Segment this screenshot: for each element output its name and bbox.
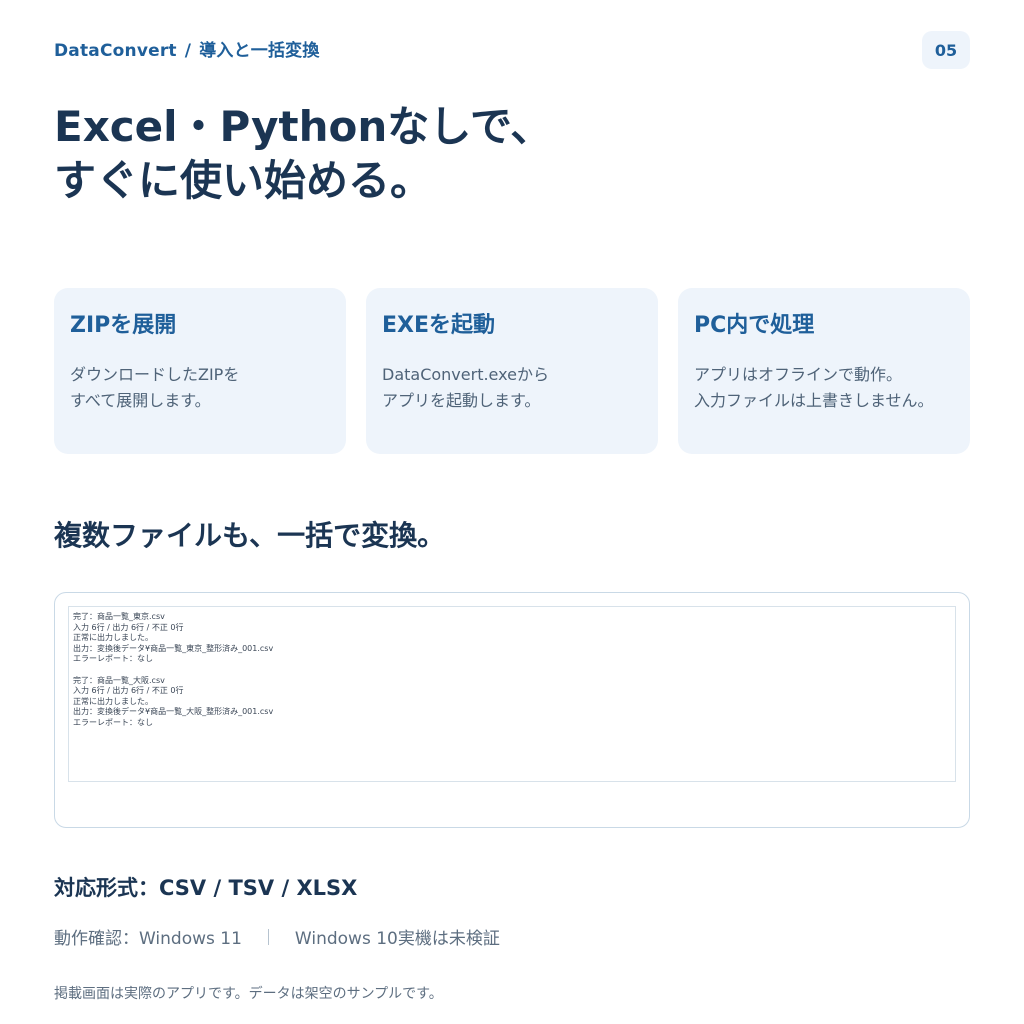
log-line: 出力：変換後データ¥商品一覧_大阪_整形済み_001.csv: [73, 707, 274, 717]
breadcrumb-separator: /: [184, 41, 192, 61]
breadcrumb-section: 導入と一括変換: [199, 41, 320, 61]
step-card-local-processing: PC内で処理 アプリはオフラインで動作。 入力ファイルは上書きしません。: [678, 288, 970, 454]
log-line-blank: [73, 665, 951, 676]
step-card-desc-line: DataConvert.exeから: [382, 365, 549, 384]
compatibility-divider: [267, 928, 269, 945]
hero-title-line-2: すぐに使い始める。: [54, 156, 433, 205]
log-line: エラーレポート：なし: [73, 717, 153, 727]
step-card-title: ZIPを展開: [70, 313, 177, 338]
log-line: 正常に出力しました。: [73, 696, 153, 706]
hero-title-line-1: Excel・Pythonなしで、: [54, 102, 553, 151]
step-card-desc-line: アプリはオフラインで動作。: [694, 365, 903, 384]
step-card-desc-line: ダウンロードしたZIPを: [70, 365, 240, 384]
page-number-badge: 05: [922, 31, 970, 69]
step-card-desc-line: すべて展開します。: [70, 391, 211, 410]
hero-title: Excel・Pythonなしで、 すぐに使い始める。: [54, 100, 552, 208]
log-line: エラーレポート：なし: [73, 654, 153, 664]
conversion-log-textarea[interactable]: 完了：商品一覧_東京.csv 入力 6行 / 出力 6行 / 不正 0行 正常に…: [68, 606, 956, 782]
step-card-description: ダウンロードしたZIPを すべて展開します。: [70, 362, 330, 414]
step-card-description: DataConvert.exeから アプリを起動します。: [382, 362, 642, 414]
step-card-desc-line: アプリを起動します。: [382, 391, 541, 410]
slide-page: DataConvert / 導入と一括変換 05 Excel・Pythonなしで、 …: [0, 0, 1024, 1024]
compatibility-unverified: Windows 10実機は未検証: [294, 929, 500, 949]
footnote: 掲載画面は実際のアプリです。データは架空のサンプルです。: [54, 986, 443, 1002]
breadcrumb: DataConvert / 導入と一括変換: [54, 36, 320, 61]
step-card-description: アプリはオフラインで動作。 入力ファイルは上書きしません。: [694, 362, 954, 414]
step-card-unzip: ZIPを展開 ダウンロードしたZIPを すべて展開します。: [54, 288, 346, 454]
step-card-desc-line: 入力ファイルは上書きしません。: [694, 391, 934, 410]
log-line: 完了：商品一覧_東京.csv: [73, 612, 165, 621]
batch-section-title: 複数ファイルも、一括で変換。: [54, 519, 446, 552]
log-line: 完了：商品一覧_大阪.csv: [73, 675, 165, 685]
supported-formats: 対応形式：CSV / TSV / XLSX: [54, 876, 358, 900]
log-line: 入力 6行 / 出力 6行 / 不正 0行: [73, 622, 184, 632]
log-line: 正常に出力しました。: [73, 633, 153, 643]
step-card-launch-exe: EXEを起動 DataConvert.exeから アプリを起動します。: [366, 288, 658, 454]
log-line: 入力 6行 / 出力 6行 / 不正 0行: [73, 686, 184, 696]
log-line: 出力：変換後データ¥商品一覧_東京_整形済み_001.csv: [73, 643, 274, 653]
compatibility-info: 動作確認：Windows 11 Windows 10実機は未検証: [54, 924, 500, 949]
step-card-title: PC内で処理: [694, 313, 815, 338]
app-screenshot-panel: 完了：商品一覧_東京.csv 入力 6行 / 出力 6行 / 不正 0行 正常に…: [54, 592, 970, 828]
compatibility-verified: 動作確認：Windows 11: [54, 929, 242, 949]
breadcrumb-app-name: DataConvert: [54, 41, 177, 61]
step-card-title: EXEを起動: [382, 313, 496, 338]
steps-cards: ZIPを展開 ダウンロードしたZIPを すべて展開します。 EXEを起動 Dat…: [54, 288, 970, 454]
